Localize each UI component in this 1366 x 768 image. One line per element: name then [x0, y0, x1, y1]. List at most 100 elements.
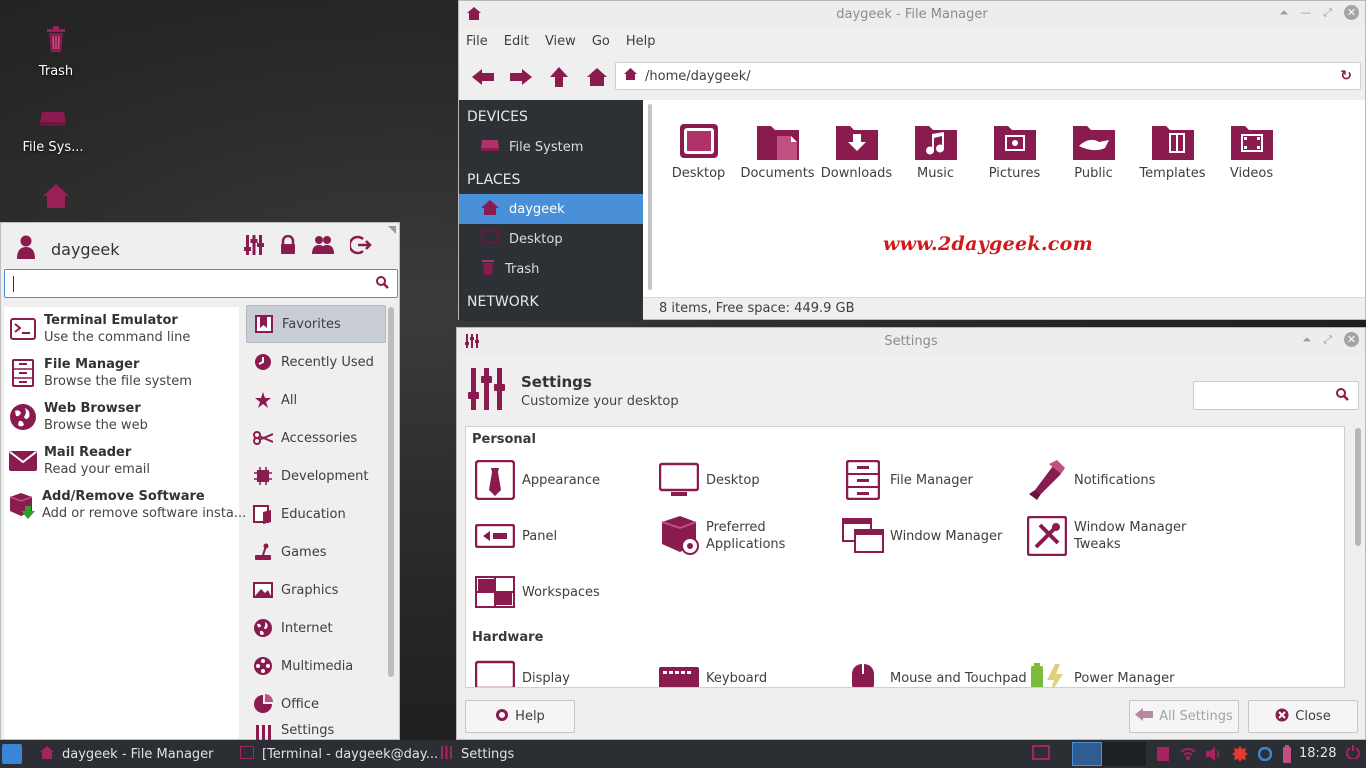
- settings-titlebar[interactable]: Settings ⏶ ⤢ ✕: [457, 328, 1365, 355]
- app-mail-reader[interactable]: Mail Reader Read your email: [4, 439, 239, 483]
- category-development[interactable]: Development: [246, 457, 386, 495]
- category-scrollbar[interactable]: [388, 307, 394, 677]
- category-favorites[interactable]: Favorites: [246, 305, 386, 343]
- close-settings-button[interactable]: Close: [1248, 700, 1358, 733]
- pane-separator[interactable]: [648, 104, 652, 290]
- sidebar-item-daygeek[interactable]: daygeek: [459, 194, 643, 224]
- category-office[interactable]: Office: [246, 685, 386, 723]
- forward-arrow-icon[interactable]: [509, 65, 533, 89]
- category-all[interactable]: All: [246, 381, 386, 419]
- star-icon: [252, 389, 274, 411]
- settings-item-notifications[interactable]: Notifications: [1026, 459, 1155, 501]
- maximize-button[interactable]: ⤢: [1323, 333, 1332, 347]
- folder-documents[interactable]: Documents: [738, 116, 817, 181]
- desktop-icon-home[interactable]: [6, 184, 106, 220]
- lock-icon[interactable]: [280, 234, 296, 259]
- home-icon[interactable]: [585, 65, 609, 89]
- category-recently-used[interactable]: Recently Used: [246, 343, 386, 381]
- folder-music[interactable]: Music: [896, 116, 975, 181]
- category-graphics[interactable]: Graphics: [246, 571, 386, 609]
- network-icon[interactable]: [1180, 747, 1196, 765]
- menu-edit[interactable]: Edit: [504, 34, 529, 49]
- close-button[interactable]: ✕: [1344, 5, 1359, 20]
- notification-alert-icon[interactable]: [1232, 746, 1248, 766]
- update-icon[interactable]: [1257, 746, 1273, 765]
- minimize-button[interactable]: —: [1300, 6, 1311, 19]
- up-arrow-icon[interactable]: [547, 65, 571, 89]
- app-add-remove-software[interactable]: Add/Remove Software Add or remove softwar…: [4, 483, 246, 527]
- folder-public[interactable]: Public: [1054, 116, 1133, 181]
- folder-pictures[interactable]: Pictures: [975, 116, 1054, 181]
- back-arrow-icon[interactable]: [471, 65, 495, 89]
- close-icon: [1275, 708, 1289, 726]
- file-view[interactable]: Desktop Documents Downloads Music Pictur…: [643, 100, 1365, 319]
- settings-item-power-manager[interactable]: Power Manager: [1026, 657, 1174, 687]
- all-settings-button[interactable]: All Settings: [1129, 700, 1239, 733]
- desktop-icon-trash[interactable]: Trash: [6, 26, 106, 79]
- category-internet[interactable]: Internet: [246, 609, 386, 647]
- clock[interactable]: 18:28: [1299, 740, 1336, 768]
- location-bar[interactable]: /home/daygeek/ ↻: [615, 62, 1361, 90]
- battery-icon[interactable]: [1282, 745, 1292, 767]
- menu-go[interactable]: Go: [592, 34, 610, 49]
- file-manager-titlebar[interactable]: daygeek - File Manager ⏶ — ⤢ ✕: [459, 1, 1365, 28]
- category-multimedia[interactable]: Multimedia: [246, 647, 386, 685]
- settings-item-mouse-touchpad[interactable]: Mouse and Touchpad: [842, 657, 1027, 687]
- close-button[interactable]: ✕: [1344, 332, 1359, 347]
- pictures-folder-icon: [975, 116, 1054, 166]
- settings-item-desktop[interactable]: Desktop: [658, 459, 760, 501]
- folder-videos[interactable]: Videos: [1212, 116, 1291, 181]
- app-terminal-emulator[interactable]: Terminal Emulator Use the command line: [4, 307, 239, 351]
- workspace-2[interactable]: [1102, 742, 1146, 766]
- task-file-manager[interactable]: daygeek - File Manager: [40, 740, 214, 768]
- menu-search-input[interactable]: [4, 269, 398, 298]
- shade-button[interactable]: ⏶: [1279, 6, 1288, 20]
- desktop-icon-filesystem[interactable]: File Sys...: [3, 108, 103, 155]
- settings-item-file-manager[interactable]: File Manager: [842, 459, 973, 501]
- settings-item-workspaces[interactable]: Workspaces: [474, 571, 600, 613]
- sidebar-item-desktop[interactable]: Desktop: [459, 224, 643, 254]
- user-avatar-icon: [17, 235, 35, 263]
- menu-view[interactable]: View: [545, 34, 576, 49]
- help-button[interactable]: Help: [465, 700, 575, 733]
- settings-item-window-manager[interactable]: Window Manager: [842, 515, 1002, 557]
- power-icon[interactable]: [1346, 745, 1360, 759]
- folder-templates[interactable]: Templates: [1133, 116, 1212, 181]
- settings-item-window-manager-tweaks[interactable]: Window Manager Tweaks: [1026, 515, 1194, 557]
- resize-handle[interactable]: [388, 226, 396, 234]
- settings-item-preferred-applications[interactable]: Preferred Applications: [658, 515, 796, 557]
- settings-item-keyboard[interactable]: Keyboard: [658, 657, 767, 687]
- location-path[interactable]: /home/daygeek/: [645, 69, 751, 84]
- category-education[interactable]: Education: [246, 495, 386, 533]
- switch-user-icon[interactable]: [312, 235, 334, 259]
- settings-scrollbar[interactable]: [1355, 428, 1361, 546]
- workspace-1[interactable]: [1072, 742, 1102, 766]
- logout-icon[interactable]: [348, 235, 372, 259]
- show-desktop-icon[interactable]: [1032, 745, 1050, 761]
- task-settings[interactable]: Settings: [440, 740, 514, 768]
- folder-desktop[interactable]: Desktop: [659, 116, 738, 181]
- settings-search-input[interactable]: [1193, 381, 1359, 410]
- settings-item-panel[interactable]: Panel: [474, 515, 557, 557]
- sidebar-item-trash[interactable]: Trash: [459, 254, 643, 284]
- volume-icon[interactable]: [1206, 747, 1222, 765]
- app-file-manager[interactable]: File Manager Browse the file system: [4, 351, 239, 395]
- category-games[interactable]: Games: [246, 533, 386, 571]
- task-terminal[interactable]: [Terminal - daygeek@day...: [240, 740, 438, 768]
- menu-file[interactable]: File: [466, 34, 488, 49]
- app-web-browser[interactable]: Web Browser Browse the web: [4, 395, 239, 439]
- disk-icon[interactable]: [1156, 746, 1170, 766]
- category-accessories[interactable]: Accessories: [246, 419, 386, 457]
- whisker-menu-button[interactable]: [2, 744, 22, 764]
- settings-item-display[interactable]: Display: [474, 657, 570, 687]
- menu-help[interactable]: Help: [626, 34, 656, 49]
- reload-icon[interactable]: ↻: [1340, 68, 1352, 84]
- maximize-button[interactable]: ⤢: [1323, 6, 1332, 20]
- sidebar-item-file-system[interactable]: File System: [459, 132, 643, 162]
- category-settings[interactable]: Settings: [246, 723, 386, 741]
- shade-button[interactable]: ⏶: [1302, 333, 1311, 347]
- settings-manager-icon[interactable]: [244, 235, 264, 259]
- folder-downloads[interactable]: Downloads: [817, 116, 896, 181]
- settings-item-appearance[interactable]: Appearance: [474, 459, 600, 501]
- app-name: Terminal Emulator: [44, 312, 178, 328]
